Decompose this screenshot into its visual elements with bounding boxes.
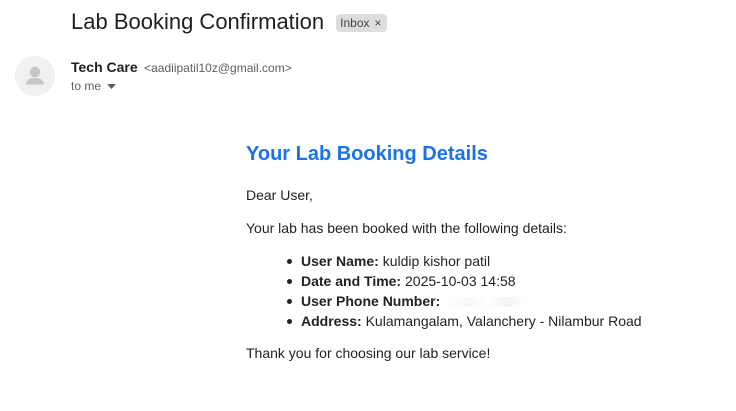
intro-text: Your lab has been booked with the follow… [246,220,567,236]
sender-email: <aadiipatil10z@gmail.com> [144,61,292,75]
email-subject: Lab Booking Confirmation [71,9,325,34]
detail-address: Address: Kulamangalam, Valanchery - Nila… [287,311,642,331]
detail-user-name: User Name: kuldip kishor patil [287,251,642,271]
detail-key: User Name: [301,253,379,269]
detail-key: Address: [301,313,362,329]
remove-label-icon[interactable]: × [375,16,382,30]
sender-info: Tech Care <aadiipatil10z@gmail.com> [71,58,292,77]
detail-value: Kulamangalam, Valanchery - Nilambur Road [365,313,642,329]
detail-key: User Phone Number: [301,293,441,309]
inbox-label-text: Inbox [340,16,370,30]
redacted-phone-value [444,297,525,308]
email-subject-row: Lab Booking Confirmation Inbox × [71,8,387,36]
detail-value: 2025-10-03 14:58 [405,273,516,289]
caret-down-icon[interactable] [107,78,117,94]
sender-avatar[interactable] [15,56,55,96]
email-body: Your Lab Booking Details Dear User, Your… [246,140,716,361]
inbox-label-chip[interactable]: Inbox × [336,14,387,32]
detail-date-time: Date and Time: 2025-10-03 14:58 [287,271,642,291]
booking-heading: Your Lab Booking Details [246,143,488,165]
default-person-avatar-icon [15,56,55,96]
recipient-text: to me [71,79,102,93]
closing-text: Thank you for choosing our lab service! [246,345,491,361]
booking-details-list: User Name: kuldip kishor patil Date and … [246,251,642,331]
detail-phone-number: User Phone Number: [287,291,642,311]
detail-key: Date and Time: [301,273,402,289]
detail-value: kuldip kishor patil [382,253,491,269]
sender-name[interactable]: Tech Care [71,59,138,75]
greeting-text: Dear User, [246,187,313,203]
recipient-row[interactable]: to me [71,78,117,94]
